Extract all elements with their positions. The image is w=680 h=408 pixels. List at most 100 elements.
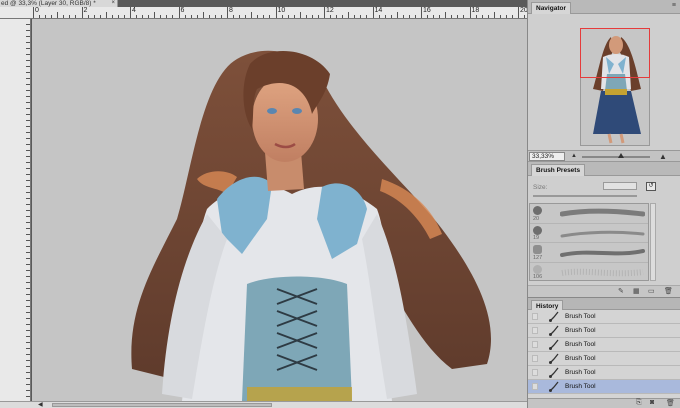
ruler-tick	[493, 12, 495, 18]
ruler-tick	[26, 240, 30, 241]
history-snapshot-checkbox[interactable]	[532, 327, 538, 334]
ruler-tick	[26, 294, 30, 295]
horizontal-scrollbar[interactable]: ◀	[0, 401, 527, 408]
brush-tip-icon	[533, 225, 542, 235]
navigator-preview-area[interactable]	[528, 14, 680, 150]
history-snapshot-checkbox[interactable]	[532, 369, 538, 376]
scroll-left-icon[interactable]: ◀	[38, 401, 43, 408]
ruler-tick	[299, 12, 301, 18]
new-document-from-state-icon[interactable]: ⎘	[636, 399, 642, 407]
brush-size-slider[interactable]	[533, 195, 637, 197]
ruler-tick	[26, 174, 30, 175]
brush-list-scrollbar[interactable]	[650, 203, 656, 281]
brush-tool-icon	[549, 353, 559, 364]
history-item-selected[interactable]: Brush Tool	[528, 380, 680, 394]
brush-preset-item[interactable]: 20	[530, 204, 648, 224]
brush-tool-icon	[549, 367, 559, 378]
history-list[interactable]: Brush Tool Brush Tool Brush Tool Brush T…	[528, 310, 680, 408]
ruler-tick	[354, 15, 356, 18]
ruler-label: 8	[229, 7, 233, 14]
ruler-tick	[275, 7, 277, 18]
ruler-tick	[269, 15, 271, 18]
brush-presets-footer: ✎ ▦ ▭ 🗑	[528, 285, 680, 297]
zoom-level-field[interactable]: 33,33%	[529, 152, 565, 161]
ruler-tick	[214, 15, 216, 18]
ruler-tick	[26, 234, 30, 235]
brush-preset-list[interactable]: 20 19 127 106	[529, 203, 649, 281]
ruler-tick	[427, 15, 429, 18]
document-tab-title: ed @ 33,3% (Layer 30, RGB/8) *	[1, 0, 96, 7]
toggle-brush-panel-icon[interactable]: ✎	[618, 287, 624, 295]
ruler-tick	[499, 15, 501, 18]
ruler-tick	[105, 12, 107, 18]
vertical-ruler[interactable]	[0, 19, 31, 401]
history-item[interactable]: Brush Tool	[528, 338, 680, 352]
history-snapshot-checkbox[interactable]	[532, 313, 538, 320]
ruler-tick	[451, 15, 453, 18]
ruler-tick	[26, 360, 30, 361]
ruler-tick	[184, 15, 186, 18]
document-tab[interactable]: ed @ 33,3% (Layer 30, RGB/8) * ×	[0, 0, 118, 7]
ruler-tick	[45, 15, 47, 18]
history-snapshot-checkbox[interactable]	[532, 355, 538, 362]
delete-state-icon[interactable]: 🗑	[666, 399, 675, 407]
zoom-slider-track[interactable]	[582, 156, 650, 158]
ruler-tick	[26, 312, 30, 313]
history-item[interactable]: Brush Tool	[528, 366, 680, 380]
ruler-tick	[26, 270, 30, 271]
brush-preset-item[interactable]: 106	[530, 263, 648, 280]
zoom-out-mountain-icon[interactable]: ▲	[571, 153, 577, 159]
zoom-in-mountain-icon[interactable]: ▲	[659, 152, 667, 161]
ruler-tick	[26, 126, 30, 127]
ruler-tick	[26, 54, 30, 55]
brush-preset-item[interactable]: 19	[530, 224, 648, 243]
brush-reset-icon[interactable]: ↺	[646, 182, 656, 191]
ruler-tick	[69, 15, 71, 18]
ruler-tick	[26, 72, 30, 73]
document-canvas[interactable]	[32, 19, 527, 401]
history-item[interactable]: Brush Tool	[528, 352, 680, 366]
ruler-tick	[154, 12, 156, 18]
delete-brush-icon[interactable]: 🗑	[664, 287, 673, 295]
history-item[interactable]: Brush Tool	[528, 310, 680, 324]
ruler-tick	[433, 15, 435, 18]
ruler-tick	[39, 15, 41, 18]
brush-grid-icon[interactable]: ▦	[633, 287, 640, 295]
history-item[interactable]: Brush Tool	[528, 324, 680, 338]
navigator-view-frame[interactable]	[580, 28, 650, 78]
ruler-tick	[75, 15, 77, 18]
ruler-tick	[457, 15, 459, 18]
ruler-tick	[360, 15, 362, 18]
brush-size-number: 19	[533, 235, 540, 241]
brush-size-number: 20	[533, 215, 540, 222]
tab-navigator[interactable]: Navigator	[531, 2, 571, 14]
ruler-tick	[26, 258, 30, 259]
ruler-label: 20	[520, 7, 527, 14]
ruler-tick	[172, 15, 174, 18]
ruler-tick	[26, 48, 30, 49]
ruler-tick	[26, 66, 30, 67]
tab-brush-presets[interactable]: Brush Presets	[531, 164, 586, 176]
ruler-tick	[178, 7, 180, 18]
ruler-tick	[93, 15, 95, 18]
history-snapshot-checkbox[interactable]	[532, 341, 538, 348]
camera-snapshot-icon[interactable]: ◙	[650, 399, 654, 406]
brush-preset-item[interactable]: 127	[530, 243, 648, 263]
navigator-tabbar: Navigator ≡	[528, 0, 680, 14]
ruler-tick	[26, 366, 30, 367]
ruler-tick	[26, 138, 30, 139]
ruler-tick	[196, 15, 198, 18]
zoom-slider-handle[interactable]	[618, 153, 624, 158]
ruler-tick	[220, 15, 222, 18]
horizontal-ruler[interactable]: 0 2 4 6 8 10 12 14 16 18 20	[0, 7, 527, 19]
history-snapshot-checkbox[interactable]	[532, 383, 538, 390]
ruler-tick	[439, 15, 441, 18]
brush-tip-icon	[533, 264, 542, 274]
ruler-label: 6	[180, 7, 185, 14]
new-brush-icon[interactable]: ▭	[648, 287, 655, 295]
brush-size-input[interactable]	[603, 182, 637, 190]
close-tab-icon[interactable]: ×	[111, 0, 115, 7]
panel-menu-icon[interactable]: ≡	[672, 2, 676, 9]
scrollbar-thumb[interactable]	[52, 403, 272, 407]
ruler-tick	[366, 15, 368, 18]
